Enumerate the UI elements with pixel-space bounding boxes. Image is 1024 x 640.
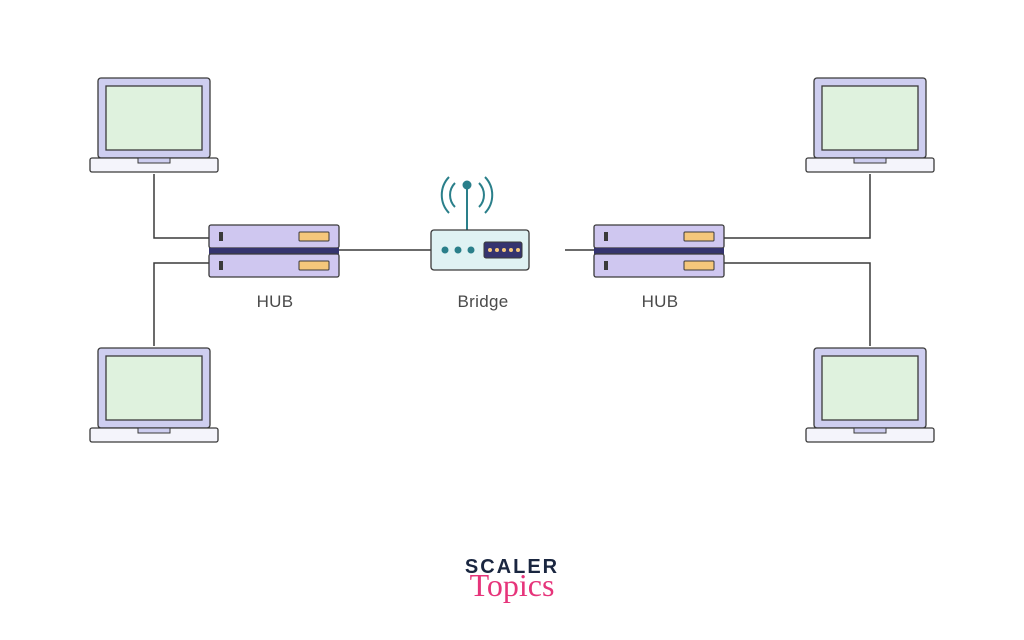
- diagram-svg: [0, 0, 1024, 635]
- logo-line2: Topics: [0, 573, 1024, 599]
- scaler-topics-logo: SCALER Topics: [0, 557, 1024, 599]
- bridge-label: Bridge: [448, 292, 518, 312]
- laptop-top-left: [90, 78, 218, 172]
- laptop-top-right: [806, 78, 934, 172]
- laptop-bottom-right: [806, 348, 934, 442]
- hub-left-label: HUB: [235, 292, 315, 312]
- hub-left: [209, 225, 339, 277]
- laptop-bottom-left: [90, 348, 218, 442]
- network-diagram: HUB Bridge HUB SCALER Topics: [0, 0, 1024, 635]
- antenna-icon: [442, 177, 492, 230]
- hub-right: [594, 225, 724, 277]
- hub-right-label: HUB: [620, 292, 700, 312]
- bridge-device: [431, 177, 529, 270]
